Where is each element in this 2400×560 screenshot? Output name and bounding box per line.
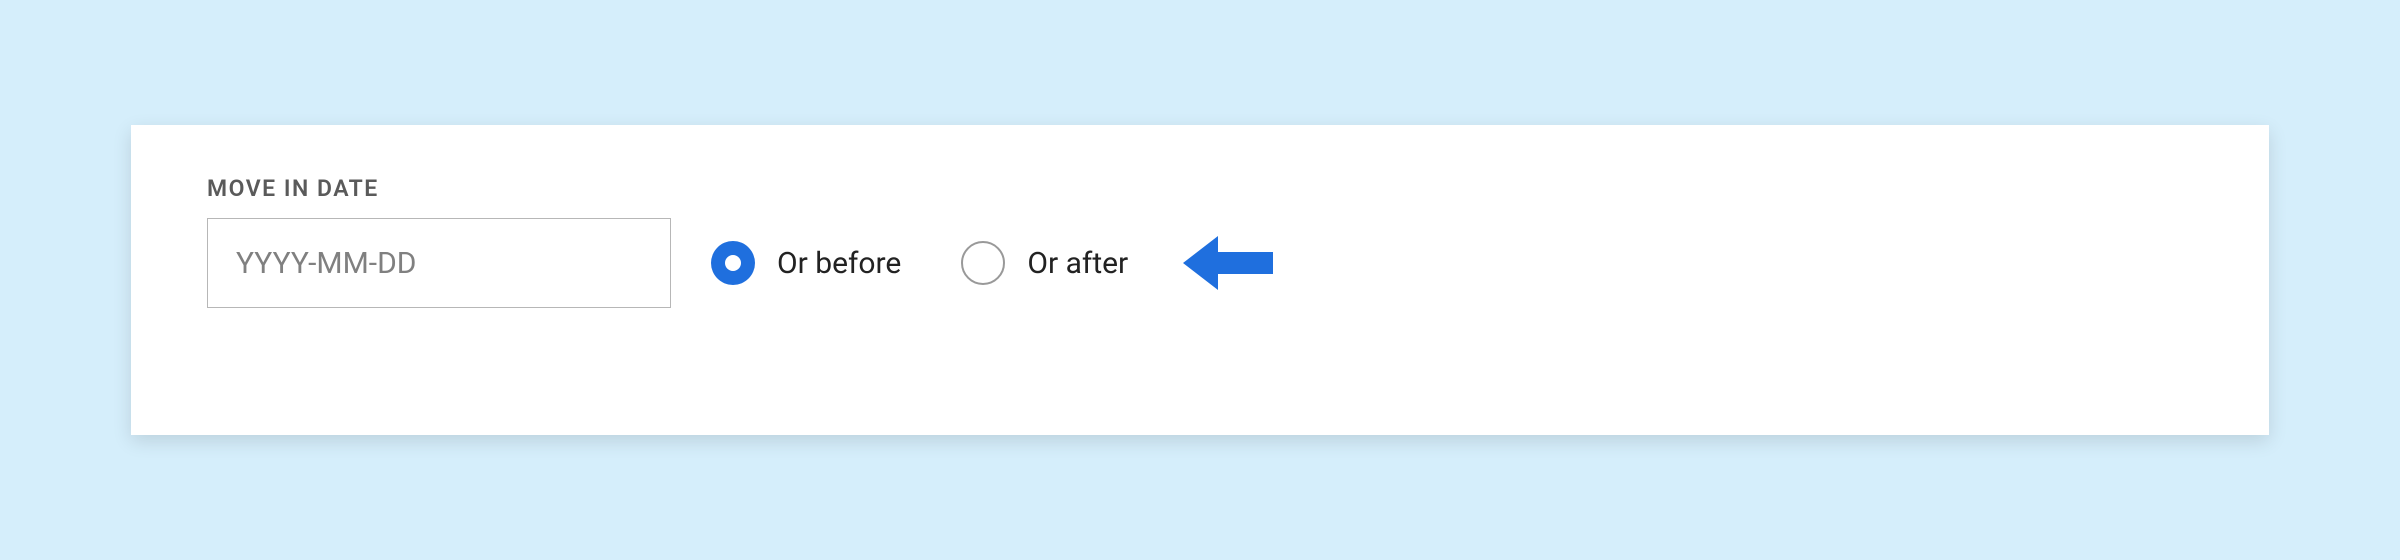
radio-selected-icon — [711, 241, 755, 285]
date-condition-radio-group: Or before Or after — [711, 241, 1128, 285]
or-after-label: Or after — [1027, 246, 1128, 281]
or-before-radio[interactable]: Or before — [711, 241, 901, 285]
form-row: Or before Or after — [207, 218, 2193, 308]
form-card: MOVE IN DATE Or before Or after — [131, 125, 2269, 435]
or-before-label: Or before — [777, 246, 901, 281]
radio-unselected-icon — [961, 241, 1005, 285]
or-after-radio[interactable]: Or after — [961, 241, 1128, 285]
move-in-date-label: MOVE IN DATE — [207, 175, 2193, 202]
arrow-left-icon — [1178, 228, 1278, 298]
move-in-date-input[interactable] — [207, 218, 671, 308]
